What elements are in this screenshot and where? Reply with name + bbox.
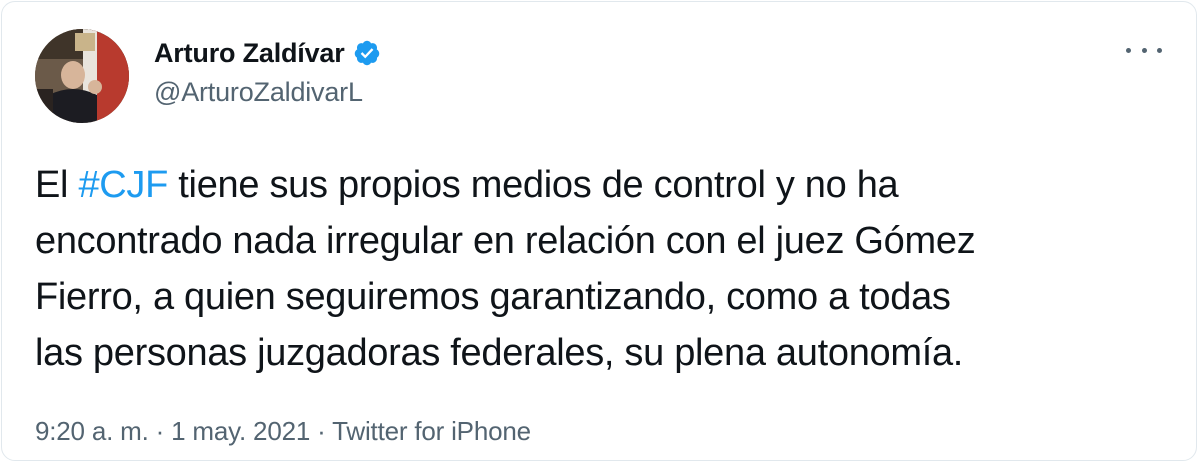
tweet-line-1: El #CJF tiene sus propios medios de cont… — [35, 157, 1175, 213]
meta-separator-2: · — [310, 416, 333, 446]
profile-photo — [35, 29, 129, 123]
avatar[interactable] — [35, 29, 129, 123]
tweet-line-3: Fierro, a quien seguiremos garantizando,… — [35, 276, 951, 318]
verified-badge-icon — [353, 39, 381, 67]
tweet-text: El #CJF tiene sus propios medios de cont… — [35, 157, 1175, 381]
author-handle[interactable]: @ArturoZaldivarL — [154, 77, 381, 108]
more-horizontal-icon-dot — [1157, 47, 1162, 53]
tweet-line-2: encontrado nada irregular en relación co… — [35, 220, 976, 262]
tweet-text-prefix: El — [35, 164, 79, 206]
tweet-time-link[interactable]: 9:20 a. m. — [35, 416, 149, 446]
meta-separator: · — [148, 416, 172, 446]
hashtag-link[interactable]: #CJF — [78, 164, 168, 206]
more-horizontal-icon — [1126, 47, 1131, 53]
author-display-name[interactable]: Arturo Zaldívar — [154, 38, 345, 69]
tweet-meta: 9:20 a. m. · 1 may. 2021 · Twitter for i… — [35, 416, 531, 447]
tweet-text-suffix: tiene sus propios medios de control y no… — [168, 164, 899, 206]
author-info: Arturo Zaldívar @ArturoZaldivarL — [154, 35, 381, 108]
tweet-source-link[interactable]: Twitter for iPhone — [332, 416, 531, 446]
author-name-row: Arturo Zaldívar — [154, 35, 381, 71]
tweet-line-4: las personas juzgadoras federales, su pl… — [35, 332, 964, 374]
tweet-card: Arturo Zaldívar @ArturoZaldivarL El #CJF… — [1, 1, 1197, 461]
tweet-date-link[interactable]: 1 may. 2021 — [171, 416, 310, 446]
more-horizontal-icon-dot — [1141, 47, 1147, 53]
more-options-button[interactable] — [1126, 38, 1162, 62]
